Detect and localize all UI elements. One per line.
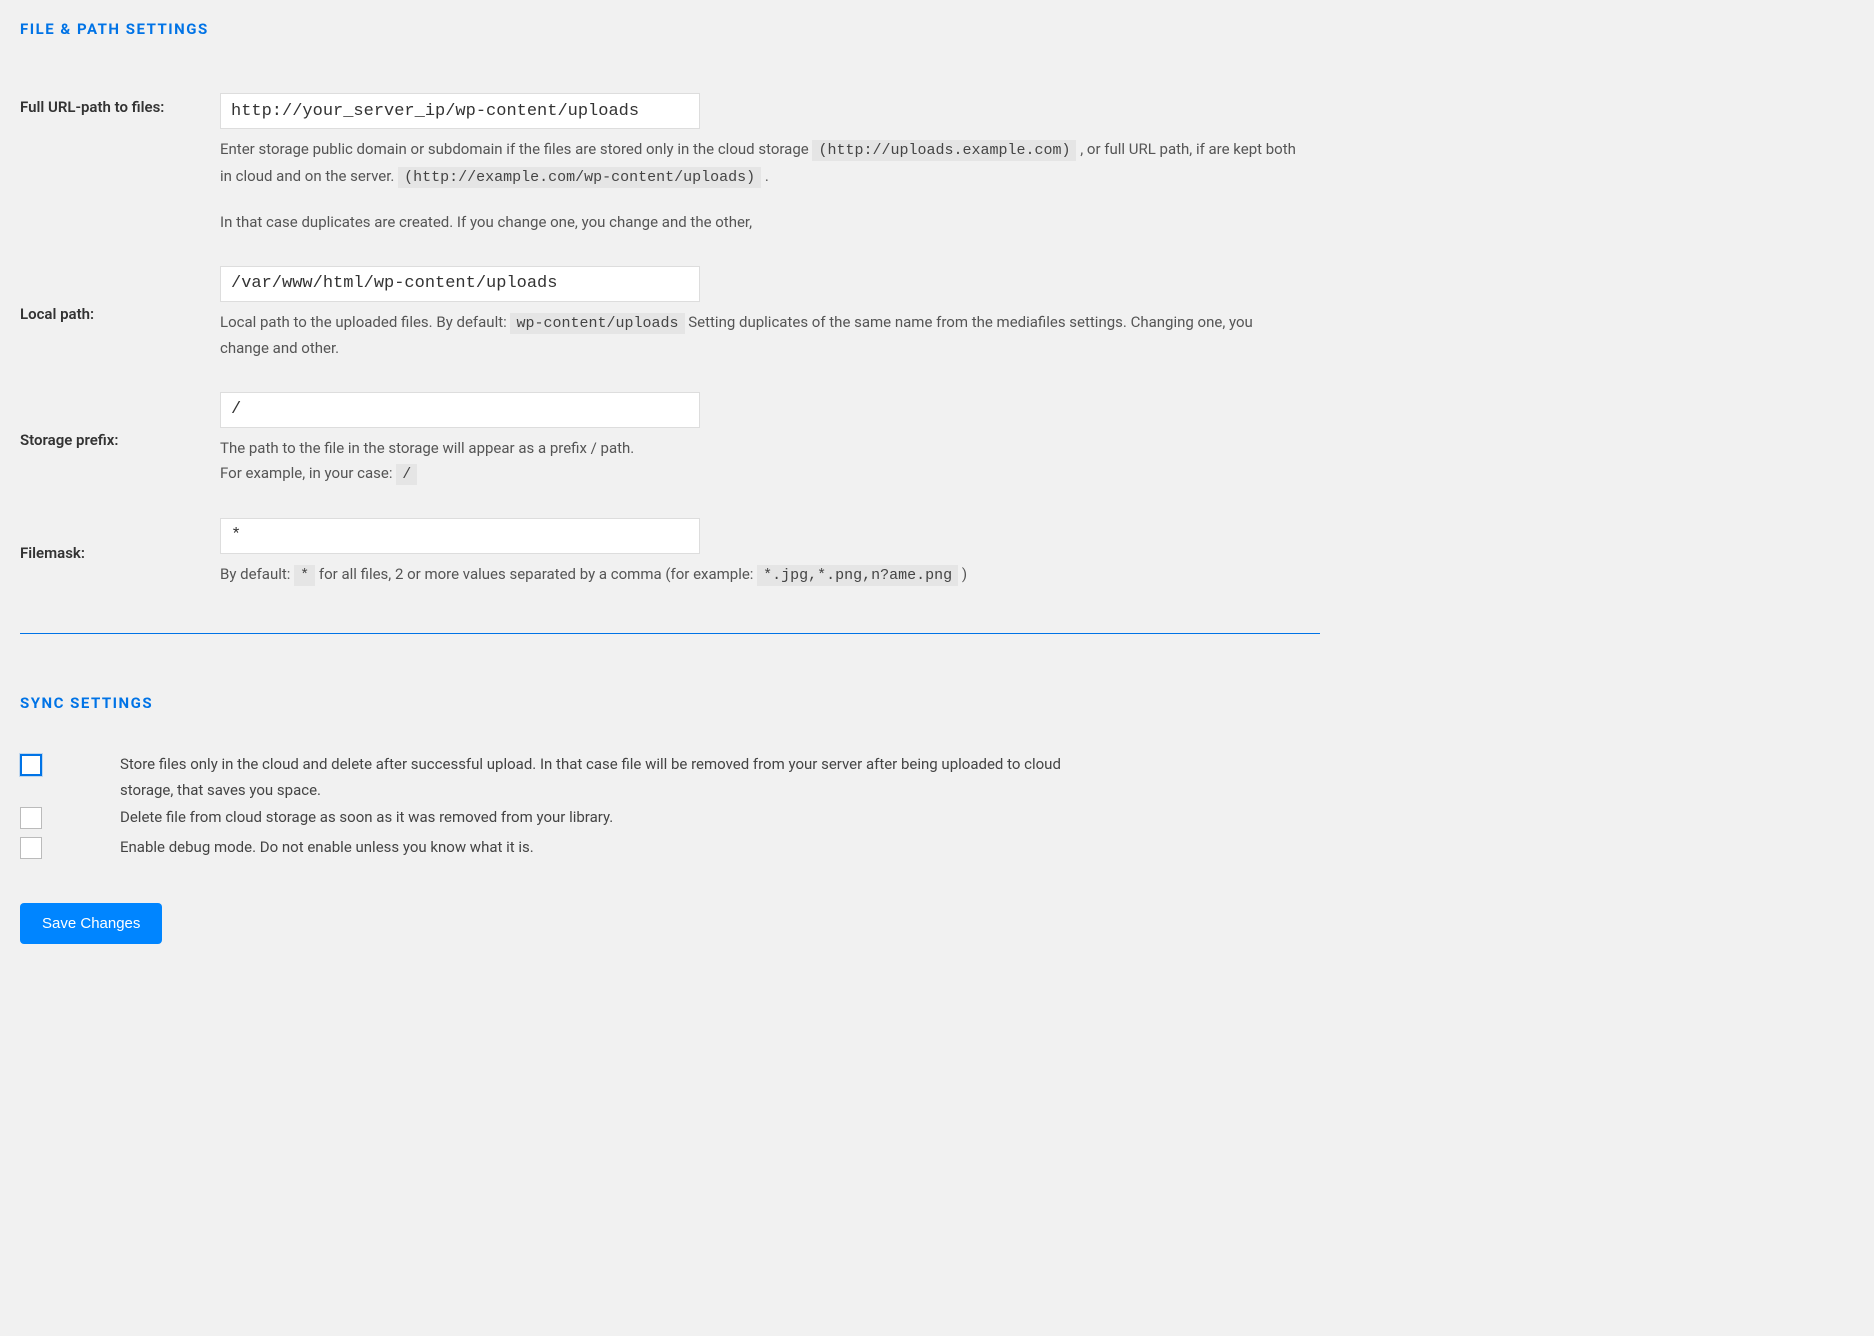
sync-delete-from-cloud-checkbox[interactable] [20, 807, 42, 829]
sync-debug-mode-checkbox[interactable] [20, 837, 42, 859]
filemask-description: By default: * for all files, 2 or more v… [220, 562, 1300, 589]
local-path-input[interactable] [220, 266, 700, 302]
storage-prefix-desc-line-2a: For example, in your case: [220, 464, 396, 482]
storage-prefix-input[interactable] [220, 392, 700, 428]
sync-settings-options: Store files only in the cloud and delete… [20, 752, 1320, 863]
sync-delete-from-cloud-label: Delete file from cloud storage as soon a… [120, 805, 1320, 831]
full-url-input[interactable] [220, 93, 700, 129]
storage-prefix-desc-line-1: The path to the file in the storage will… [220, 436, 1300, 462]
full-url-desc-code-1: (http://uploads.example.com) [812, 140, 1076, 161]
local-path-desc-text-1: Local path to the uploaded files. By def… [220, 313, 510, 331]
filemask-desc-text-1: By default: [220, 565, 294, 583]
filemask-desc-text-2: for all files, 2 or more values separate… [319, 565, 757, 583]
filemask-desc-code-1: * [294, 565, 315, 586]
local-path-label: Local path: [20, 251, 220, 377]
filemask-desc-code-2: *.jpg,*.png,n?ame.png [757, 565, 958, 586]
filemask-label: Filemask: [20, 503, 220, 604]
full-url-description: Enter storage public domain or subdomain… [220, 137, 1300, 236]
full-url-desc-paragraph-2: In that case duplicates are created. If … [220, 210, 1300, 236]
sync-store-cloud-only-label: Store files only in the cloud and delete… [120, 752, 1320, 803]
filemask-desc-text-3: ) [962, 565, 967, 583]
filemask-input[interactable] [220, 518, 700, 554]
full-url-desc-text-1: Enter storage public domain or subdomain… [220, 140, 812, 158]
file-path-settings-table: Full URL-path to files: Enter storage pu… [20, 78, 1320, 603]
file-path-settings-heading: FILE & PATH SETTINGS [20, 20, 1320, 38]
full-url-label: Full URL-path to files: [20, 78, 220, 251]
local-path-desc-code: wp-content/uploads [510, 313, 684, 334]
section-divider [20, 633, 1320, 634]
local-path-description: Local path to the uploaded files. By def… [220, 310, 1300, 362]
full-url-desc-code-2: (http://example.com/wp-content/uploads) [398, 167, 761, 188]
storage-prefix-desc-code: / [396, 464, 417, 485]
sync-debug-mode-label: Enable debug mode. Do not enable unless … [120, 835, 1320, 861]
sync-store-cloud-only-checkbox[interactable] [20, 754, 42, 776]
save-changes-button[interactable]: Save Changes [20, 903, 162, 944]
full-url-desc-text-3: . [765, 167, 769, 185]
storage-prefix-description: The path to the file in the storage will… [220, 436, 1300, 488]
sync-settings-heading: SYNC SETTINGS [20, 694, 1320, 712]
storage-prefix-label: Storage prefix: [20, 377, 220, 503]
